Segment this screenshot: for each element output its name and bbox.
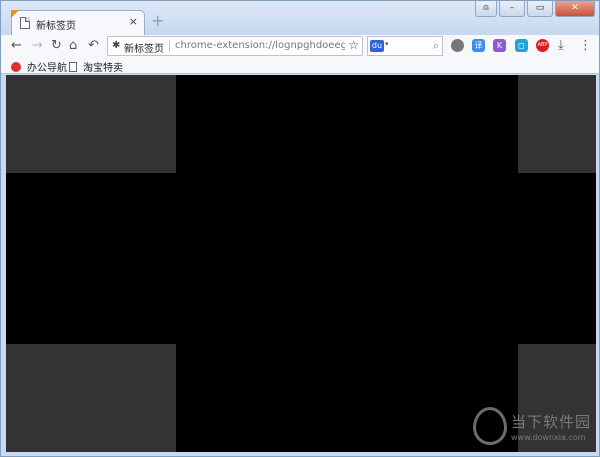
- red-circle-icon: [11, 62, 21, 72]
- omnibox-url[interactable]: chrome-extension://lognpghdoeeg...: [175, 40, 345, 51]
- ext-purple-icon[interactable]: K: [493, 39, 506, 52]
- restore-button[interactable]: ▭: [527, 1, 553, 17]
- browser-window: 新标签页 × + ⍝ – ▭ ✕ ← → ↻ ⌂ ↶ ✱ 新标签页 chrome…: [0, 0, 600, 457]
- omnibox-page-label: 新标签页: [124, 44, 164, 55]
- tab-strip: 新标签页 × + ⍝ – ▭ ✕: [1, 1, 599, 36]
- new-tab-content: [6, 75, 596, 452]
- forward-icon[interactable]: →: [32, 38, 43, 54]
- search-box[interactable]: du ▾ ⌕: [367, 36, 443, 56]
- chevron-down-icon[interactable]: ▾: [385, 40, 389, 48]
- bookmark-label: 淘宝特卖: [83, 63, 123, 74]
- bookmark-label: 办公导航: [27, 63, 67, 74]
- toolbar: ← → ↻ ⌂ ↶ ✱ 新标签页 chrome-extension://logn…: [1, 35, 599, 57]
- reload-icon[interactable]: ↻: [51, 38, 62, 54]
- watermark-logo-icon: [473, 407, 507, 445]
- baidu-paw-icon[interactable]: du: [370, 40, 384, 52]
- tab-title: 新标签页: [36, 21, 76, 32]
- watermark-url: www.downxia.com: [511, 433, 586, 442]
- bookmark-item[interactable]: 办公导航: [11, 59, 67, 74]
- omnibox-separator: [169, 40, 170, 52]
- window-controls: ⍝ – ▭ ✕: [475, 1, 595, 19]
- tab-close-icon[interactable]: ×: [129, 15, 138, 28]
- watermark-name: 当下软件园: [511, 413, 592, 431]
- download-icon[interactable]: ⤓: [558, 38, 564, 54]
- page-icon: [20, 17, 30, 29]
- address-bar[interactable]: ✱ 新标签页 chrome-extension://lognpghdoeeg..…: [107, 36, 363, 56]
- ext-screenshot-icon[interactable]: ◻: [515, 39, 528, 52]
- new-tab-button[interactable]: +: [151, 13, 164, 29]
- close-window-button[interactable]: ✕: [555, 1, 595, 17]
- speed-dial-tile[interactable]: [6, 75, 176, 173]
- speed-dial-tile[interactable]: [518, 75, 596, 173]
- ext-adblock-icon[interactable]: ABP: [536, 39, 549, 52]
- bookmark-star-icon[interactable]: ☆: [348, 38, 359, 52]
- minimize-button[interactable]: –: [499, 1, 525, 17]
- page-icon: [69, 62, 77, 72]
- home-icon[interactable]: ⌂: [69, 38, 77, 54]
- watermark: 当下软件园 www.downxia.com: [473, 405, 593, 449]
- bookmarks-bar: 办公导航 淘宝特卖: [1, 57, 599, 74]
- extension-puzzle-icon: ✱: [112, 40, 121, 51]
- bookmark-item[interactable]: 淘宝特卖: [69, 59, 123, 74]
- speed-dial-tile[interactable]: [6, 344, 176, 452]
- tab-accent-corner: [11, 10, 19, 18]
- search-icon[interactable]: ⌕: [433, 39, 439, 53]
- ext-translate-icon[interactable]: 译: [472, 39, 485, 52]
- undo-close-tab-icon[interactable]: ↶: [88, 38, 99, 54]
- ext-gray-round-icon[interactable]: [451, 39, 464, 52]
- user-icon[interactable]: ⍝: [475, 1, 497, 17]
- tab-new-tab[interactable]: 新标签页 ×: [11, 10, 145, 36]
- menu-icon[interactable]: ⋮: [579, 38, 592, 54]
- back-icon[interactable]: ←: [11, 38, 22, 54]
